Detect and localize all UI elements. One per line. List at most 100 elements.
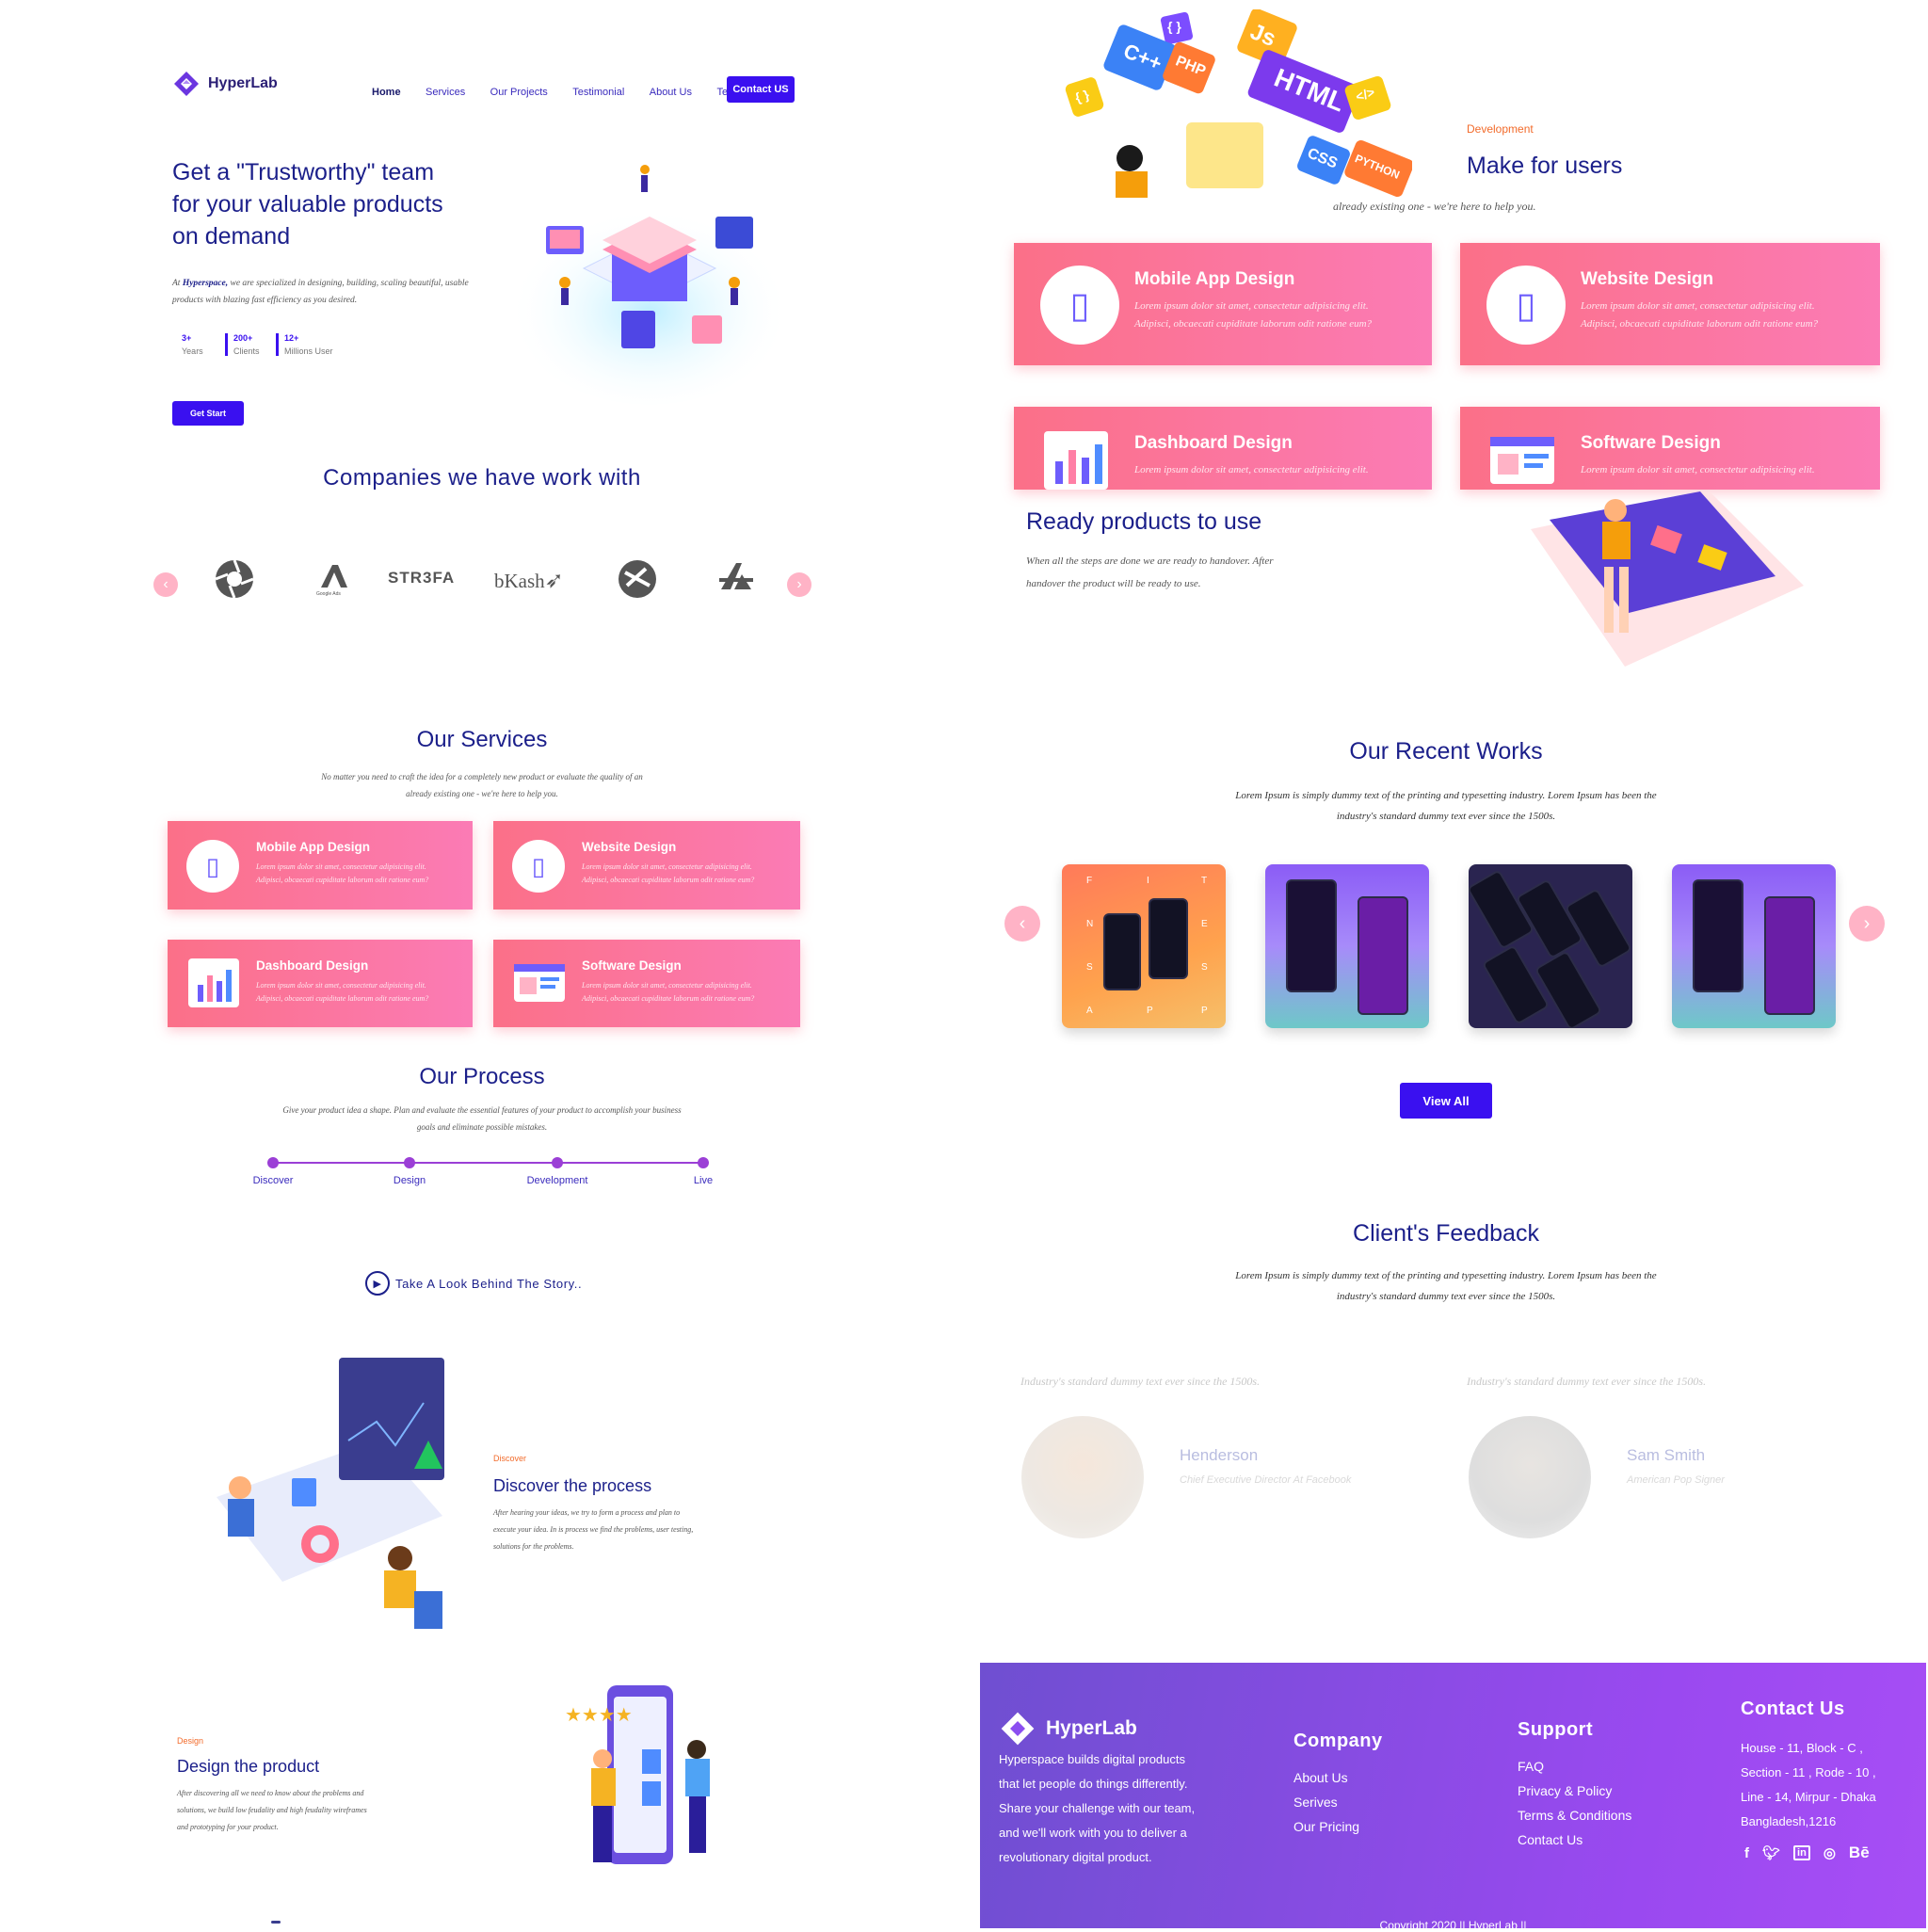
linkedin-icon[interactable]: in [1793,1845,1810,1860]
process-step-label[interactable]: Development [527,1175,588,1186]
nav-home[interactable]: Home [372,87,401,98]
service-card-mobile-app[interactable]: ▯ Mobile App Design Lorem ipsum dolor si… [168,821,473,910]
stat-value: 12+ [284,333,299,343]
discover-desc-line: After hearing your ideas, we try to form… [493,1508,681,1517]
service-card-large-mobile-app[interactable]: ▯ Mobile App Design Lorem ipsum dolor si… [1014,243,1432,365]
footer-link-services[interactable]: Serives [1293,1795,1338,1810]
service-card-desc-line: Lorem ipsum dolor sit amet, consectetur … [256,981,426,990]
process-step-dot[interactable] [267,1157,279,1168]
hyperlab-logo-icon [1001,1712,1035,1746]
footer-about-line: and we'll work with you to deliver a [999,1826,1187,1840]
stat-value: 200+ [233,333,253,343]
companies-prev-arrow[interactable]: ‹ [153,572,178,597]
software-window-icon [514,964,565,1002]
process-timeline: Discover Design Development Live [253,1157,713,1186]
service-card-website[interactable]: ▯ Website Design Lorem ipsum dolor sit a… [493,821,800,910]
ready-desc-line: When all the steps are done we are ready… [1026,555,1274,567]
nav-testimonial[interactable]: Testimonial [572,87,624,98]
service-card-title: Mobile App Design [256,840,370,854]
footer-brand[interactable]: HyperLab [999,1710,1137,1747]
footer-link-contact[interactable]: Contact Us [1518,1832,1583,1847]
hero-title: Get a "Trustworthy" team for your valuab… [172,156,443,252]
work-card-fitness-app[interactable]: F I T N E S S A P P [1062,864,1226,1028]
discover-illustration [217,1358,444,1629]
twitter-icon[interactable]: 🐦︎ [1762,1844,1780,1861]
footer-link-faq[interactable]: FAQ [1518,1759,1544,1774]
services-subtitle: No matter you need to craft the idea for… [0,768,964,802]
client-role: American Pop Signer [1627,1474,1725,1486]
work-phone-mockup [1149,898,1188,979]
service-card-desc-line: Lorem ipsum dolor sit amet, consectetur … [582,862,752,871]
brand-logo[interactable]: HyperLab [172,70,278,98]
discover-desc: After hearing your ideas, we try to form… [493,1505,693,1555]
work-phone-mockup [1286,879,1337,992]
works-prev-arrow[interactable]: ‹ [1004,906,1040,942]
process-subtitle: Give your product idea a shape. Plan and… [0,1102,964,1135]
nav-services[interactable]: Services [426,87,465,98]
works-next-arrow[interactable]: › [1849,906,1885,942]
service-card-software[interactable]: Software Design Lorem ipsum dolor sit am… [493,940,800,1027]
service-card-large-website[interactable]: ▯ Website Design Lorem ipsum dolor sit a… [1460,243,1880,365]
work-letter: A [1086,1006,1093,1016]
stat-item: 200+ Clients [225,333,276,356]
process-step-dot[interactable] [552,1157,563,1168]
services-subtitle-line: No matter you need to craft the idea for… [321,772,643,781]
footer-brand-name: HyperLab [1046,1717,1137,1739]
get-start-button[interactable]: Get Start [172,401,244,426]
contact-us-button[interactable]: Contact US [727,76,795,103]
work-card-purple-app-2[interactable] [1672,864,1836,1028]
dashboard-chart-icon [188,958,239,1007]
nav-our-projects[interactable]: Our Projects [490,87,548,98]
hero-desc-brand: Hyperspace, [182,279,229,288]
footer-link-privacy[interactable]: Privacy & Policy [1518,1783,1612,1798]
service-card-title: Software Design [582,958,682,973]
service-card-desc: Lorem ipsum dolor sit amet, consectetur … [1134,298,1372,332]
behind-story-link[interactable]: ▶ Take A Look Behind The Story.. [365,1271,582,1296]
discover-desc-line: execute your idea. In is process we find… [493,1525,694,1534]
process-step-dot[interactable] [404,1157,415,1168]
work-card-dark-app[interactable] [1469,864,1632,1028]
process-step-dot[interactable] [698,1157,709,1168]
hero-team-illustration [508,165,791,405]
bkash-logo-text: bKash [494,570,545,592]
footer-link-terms[interactable]: Terms & Conditions [1518,1808,1631,1823]
service-card-desc: Lorem ipsum dolor sit amet, consectetur … [582,979,754,1005]
design-desc-line: After discovering all we need to know ab… [177,1789,364,1797]
work-card-purple-app[interactable] [1265,864,1429,1028]
work-phone-mockup [1534,950,1603,1028]
companies-next-arrow[interactable]: › [787,572,811,597]
work-letter: N [1086,919,1094,929]
brand-name: HyperLab [208,75,278,91]
service-card-desc-line: Lorem ipsum dolor sit amet, consectetur … [582,981,752,990]
website-icon: ▯ [1516,285,1536,326]
ready-desc: When all the steps are done we are ready… [1026,550,1274,595]
service-card-large-dashboard[interactable]: Dashboard Design Lorem ipsum dolor sit a… [1014,407,1432,490]
behance-icon[interactable]: Bē [1849,1843,1870,1862]
service-card-desc-line: Adipisci, obcaecati cupiditate laborum o… [1581,317,1819,330]
dashboard-chart-icon [1044,431,1108,490]
service-card-dashboard[interactable]: Dashboard Design Lorem ipsum dolor sit a… [168,940,473,1027]
footer-address-line: Line - 14, Mirpur - Dhaka [1741,1790,1876,1804]
service-card-desc: Lorem ipsum dolor sit amet, consectetur … [1134,464,1369,475]
service-icon-circle: ▯ [186,840,239,893]
footer-link-about-us[interactable]: About Us [1293,1770,1348,1785]
process-step-label[interactable]: Live [694,1175,713,1186]
dribbble-icon[interactable]: ◎ [1824,1844,1836,1861]
main-nav: Home Services Our Projects Testimonial A… [372,83,763,100]
footer-copyright: Copyright 2020 || HyperLab || [1379,1919,1527,1932]
footer-link-pricing[interactable]: Our Pricing [1293,1819,1359,1834]
nav-about-us[interactable]: About Us [650,87,692,98]
feedback-desc-line: Lorem Ipsum is simply dummy text of the … [1235,1270,1657,1281]
service-card-desc: Lorem ipsum dolor sit amet, consectetur … [1581,464,1815,475]
website-icon: ▯ [531,851,546,880]
process-step-label[interactable]: Discover [253,1175,294,1186]
view-all-button[interactable]: View All [1400,1083,1492,1119]
process-step-label[interactable]: Design [394,1175,426,1186]
ready-phone-illustration [1531,491,1804,667]
facebook-icon[interactable]: f [1744,1845,1749,1861]
service-card-large-software[interactable]: Software Design Lorem ipsum dolor sit am… [1460,407,1880,490]
services-subtitle-line: already existing one - we're here to hel… [406,789,558,798]
development-subtitle: already existing one - we're here to hel… [1333,200,1536,213]
development-tag: Development [1467,122,1534,136]
stat-value: 3+ [182,333,192,343]
